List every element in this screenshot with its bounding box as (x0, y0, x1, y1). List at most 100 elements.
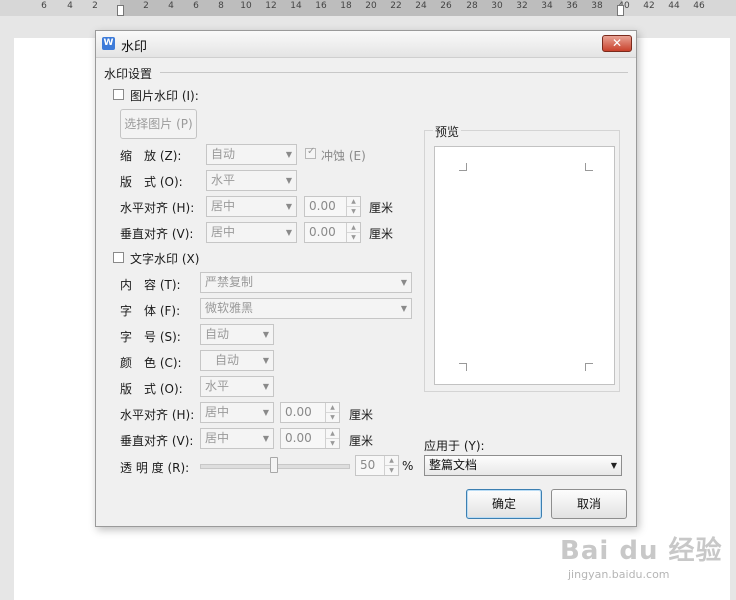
margin-corner-mark (585, 163, 593, 171)
picture-valign-offset[interactable]: 0.00 ▲ ▼ (304, 222, 361, 243)
horizontal-ruler: 6 4 2 2 4 6 8 10 12 14 16 18 20 22 24 26… (0, 0, 736, 16)
watermark-url: jingyan.baidu.com (568, 568, 670, 581)
transparency-input[interactable]: 50 ▲ ▼ (355, 455, 399, 476)
ruler-number: 26 (440, 1, 452, 11)
chevron-down-icon: ▼ (285, 176, 292, 185)
chevron-down-icon: ▼ (262, 434, 269, 443)
ruler-number: 34 (541, 1, 553, 11)
picture-halign-offset[interactable]: 0.00 ▲ ▼ (304, 196, 361, 217)
text-valign-select[interactable]: 居中 ▼ (200, 428, 274, 449)
text-halign-select[interactable]: 居中 ▼ (200, 402, 274, 423)
right-indent-marker[interactable] (617, 5, 624, 16)
transparency-value: 50 (360, 458, 376, 472)
color-value: 自动 (215, 353, 240, 367)
ok-button[interactable]: 确定 (466, 489, 542, 519)
left-indent-marker[interactable] (117, 5, 124, 16)
ruler-number: 2 (92, 1, 98, 11)
text-halign-offset-value: 0.00 (285, 405, 312, 419)
spin-up-icon[interactable]: ▲ (385, 456, 398, 466)
spin-up-icon[interactable]: ▲ (347, 197, 360, 207)
cancel-button[interactable]: 取消 (551, 489, 627, 519)
close-button[interactable]: ✕ (602, 35, 632, 52)
spin-down-icon[interactable]: ▼ (347, 233, 360, 242)
ruler-number: 46 (693, 1, 705, 11)
text-watermark-checkbox[interactable] (113, 252, 124, 263)
picture-valign-label: 垂直对齐 (V): (120, 227, 194, 241)
picture-halign-select[interactable]: 居中 ▼ (206, 196, 297, 217)
content-combo[interactable]: 严禁复制 ▼ (200, 272, 412, 293)
text-layout-value: 水平 (205, 379, 230, 393)
chevron-down-icon: ▼ (262, 330, 269, 339)
font-select[interactable]: 微软雅黑 ▼ (200, 298, 412, 319)
text-valign-unit: 厘米 (349, 434, 374, 448)
content-label: 内 容 (T): (120, 278, 181, 292)
ruler-number: 32 (516, 1, 528, 11)
spin-up-icon[interactable]: ▲ (326, 429, 339, 439)
text-halign-label: 水平对齐 (H): (120, 408, 195, 422)
chevron-down-icon: ▼ (285, 202, 292, 211)
picture-layout-select[interactable]: 水平 ▼ (206, 170, 297, 191)
text-halign-offset[interactable]: 0.00 ▲ ▼ (280, 402, 340, 423)
picture-halign-value: 居中 (211, 199, 236, 213)
section-divider (160, 72, 628, 73)
watermark-dialog: W 水印 ✕ 水印设置 图片水印 (I): 选择图片 (P) 缩 放 (Z): … (95, 30, 637, 527)
spin-down-icon[interactable]: ▼ (326, 439, 339, 448)
select-picture-button[interactable]: 选择图片 (P) (120, 109, 197, 139)
text-layout-label: 版 式 (O): (120, 382, 183, 396)
apply-to-value: 整篇文档 (429, 458, 478, 472)
chevron-down-icon: ▼ (262, 408, 269, 417)
chevron-down-icon: ▼ (610, 461, 617, 470)
ruler-number: 16 (315, 1, 327, 11)
ruler-number: 38 (591, 1, 603, 11)
washout-checkbox[interactable]: ✓ (305, 146, 316, 159)
picture-layout-value: 水平 (211, 173, 236, 187)
ruler-number: 30 (491, 1, 503, 11)
font-label: 字 体 (F): (120, 304, 181, 318)
picture-halign-offset-value: 0.00 (309, 199, 336, 213)
spin-up-icon[interactable]: ▲ (326, 403, 339, 413)
chevron-down-icon: ▼ (285, 228, 292, 237)
margin-corner-mark (585, 363, 593, 371)
picture-watermark-checkbox[interactable] (113, 89, 124, 100)
color-select[interactable]: 自动 ▼ (200, 350, 274, 371)
text-valign-offset[interactable]: 0.00 ▲ ▼ (280, 428, 340, 449)
ruler-number: 4 (67, 1, 73, 11)
washout-label: 冲蚀 (E) (321, 149, 366, 163)
font-value: 微软雅黑 (205, 301, 254, 315)
picture-valign-value: 居中 (211, 225, 236, 239)
wps-app-icon: W (102, 37, 115, 50)
transparency-unit: % (402, 459, 414, 473)
text-halign-unit: 厘米 (349, 408, 374, 422)
size-value: 自动 (205, 327, 230, 341)
size-select[interactable]: 自动 ▼ (200, 324, 274, 345)
apply-to-select[interactable]: 整篇文档 ▼ (424, 455, 622, 476)
picture-layout-label: 版 式 (O): (120, 175, 183, 189)
spin-down-icon[interactable]: ▼ (326, 413, 339, 422)
ruler-number: 44 (668, 1, 680, 11)
ruler-number: 6 (41, 1, 47, 11)
text-watermark-label: 文字水印 (X) (130, 252, 200, 266)
transparency-label: 透 明 度 (R): (120, 461, 190, 475)
picture-valign-select[interactable]: 居中 ▼ (206, 222, 297, 243)
margin-corner-mark (459, 163, 467, 171)
picture-halign-label: 水平对齐 (H): (120, 201, 195, 215)
ruler-number: 18 (340, 1, 352, 11)
dialog-titlebar[interactable]: W 水印 ✕ (96, 31, 636, 58)
ruler-number: 8 (218, 1, 224, 11)
scale-select[interactable]: 自动 ▼ (206, 144, 297, 165)
text-layout-select[interactable]: 水平 ▼ (200, 376, 274, 397)
spin-up-icon[interactable]: ▲ (347, 223, 360, 233)
chevron-down-icon: ▼ (400, 304, 407, 313)
ruler-number: 36 (566, 1, 578, 11)
chevron-down-icon: ▼ (262, 356, 269, 365)
scale-label: 缩 放 (Z): (120, 149, 182, 163)
transparency-slider-thumb[interactable] (270, 457, 278, 473)
ruler-number: 28 (466, 1, 478, 11)
ruler-number: 6 (193, 1, 199, 11)
section-title: 水印设置 (104, 67, 153, 81)
spin-down-icon[interactable]: ▼ (385, 466, 398, 475)
ruler-number: 20 (365, 1, 377, 11)
text-valign-offset-value: 0.00 (285, 431, 312, 445)
spin-down-icon[interactable]: ▼ (347, 207, 360, 216)
ruler-number: 14 (290, 1, 302, 11)
